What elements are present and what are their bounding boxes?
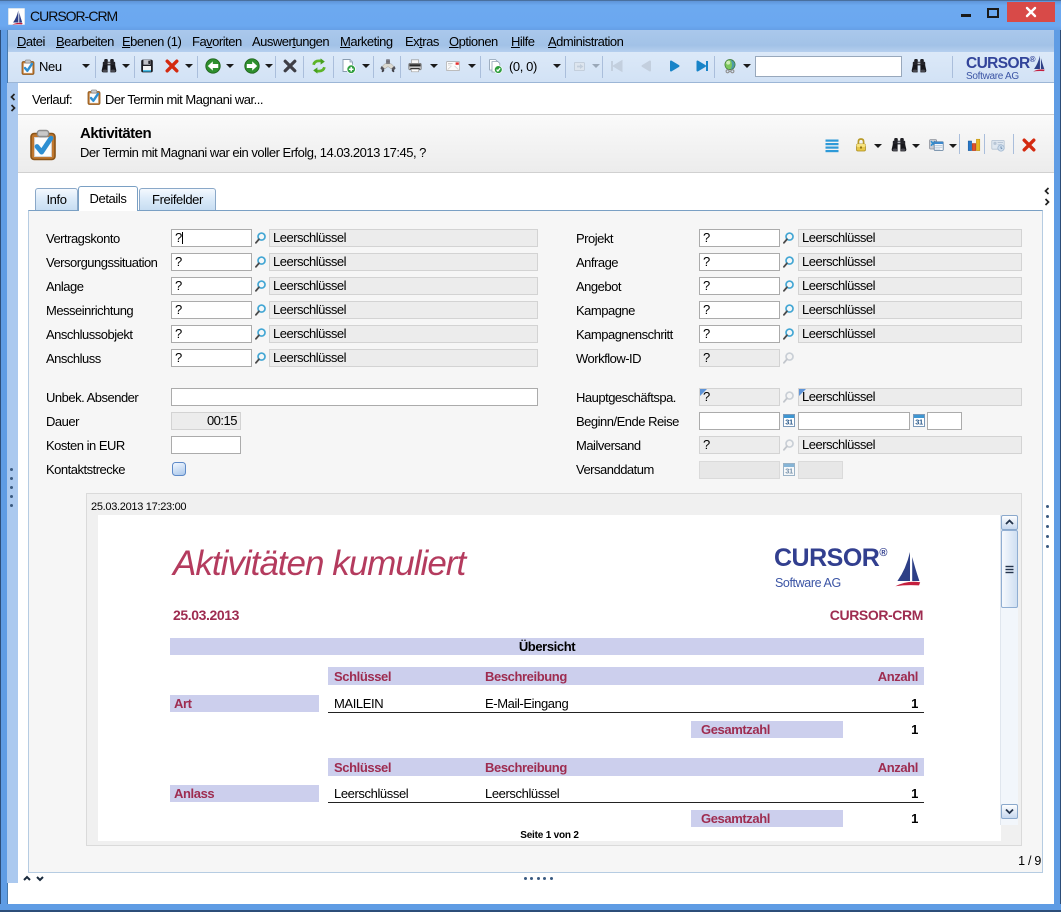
svg-text:31: 31 [785,467,793,476]
